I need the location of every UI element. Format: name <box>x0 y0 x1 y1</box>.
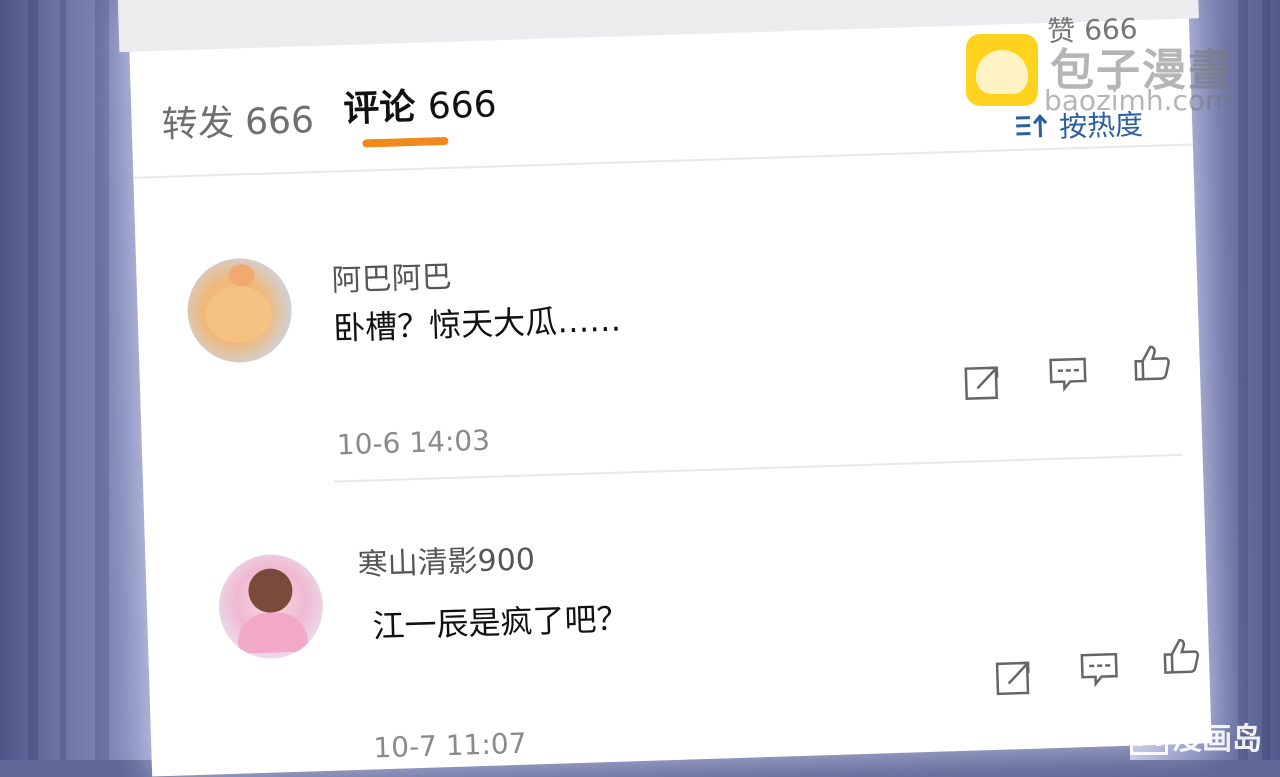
thumbs-up-icon[interactable] <box>1160 635 1201 676</box>
backdrop-stripe <box>1262 0 1270 760</box>
backdrop-stripe <box>1238 0 1248 760</box>
corner-watermark-letter: M <box>1130 717 1168 755</box>
watermark-logo <box>966 34 1038 106</box>
comment-username[interactable]: 寒山清影900 <box>357 534 536 584</box>
watermark-url: baozimh.com <box>1044 84 1233 117</box>
avatar-ear <box>228 264 255 287</box>
corner-watermark: M 漫画岛 <box>1130 716 1262 757</box>
active-tab-indicator <box>362 136 449 148</box>
tab-repost[interactable]: 转发 666 <box>161 91 315 148</box>
tab-repost-label: 转发 <box>161 102 235 146</box>
bun-icon <box>976 50 1028 94</box>
comment-divider <box>332 453 1183 483</box>
avatar-hair <box>247 567 294 614</box>
tab-comment-count: 666 <box>427 84 498 128</box>
comment-icon[interactable] <box>1079 648 1120 689</box>
share-icon[interactable] <box>963 362 1004 403</box>
tab-comment-label: 评论 <box>342 86 416 131</box>
avatar-figure <box>237 611 309 654</box>
tab-comment[interactable]: 评论 666 <box>342 75 497 132</box>
backdrop-stripe <box>28 0 38 760</box>
corner-watermark-text: 漫画岛 <box>1172 722 1262 757</box>
comment-icon[interactable] <box>1047 353 1088 394</box>
header-divider <box>133 143 1193 179</box>
comment-text: 卧槽？惊天大瓜…… <box>332 300 622 348</box>
thumbs-up-icon[interactable] <box>1131 342 1172 383</box>
share-icon[interactable] <box>994 657 1035 698</box>
avatar[interactable] <box>185 256 294 365</box>
backdrop-stripe <box>95 0 109 760</box>
comment-username[interactable]: 阿巴阿巴 <box>331 252 452 300</box>
avatar-face <box>204 285 273 344</box>
tab-repost-count: 666 <box>244 100 315 144</box>
backdrop-stripe <box>60 0 66 760</box>
comment-time: 10-7 11:07 <box>372 726 527 765</box>
comment-time: 10-6 14:03 <box>336 423 491 462</box>
avatar[interactable] <box>217 553 325 661</box>
comment-text: 江一辰是疯了吧？ <box>371 599 630 646</box>
